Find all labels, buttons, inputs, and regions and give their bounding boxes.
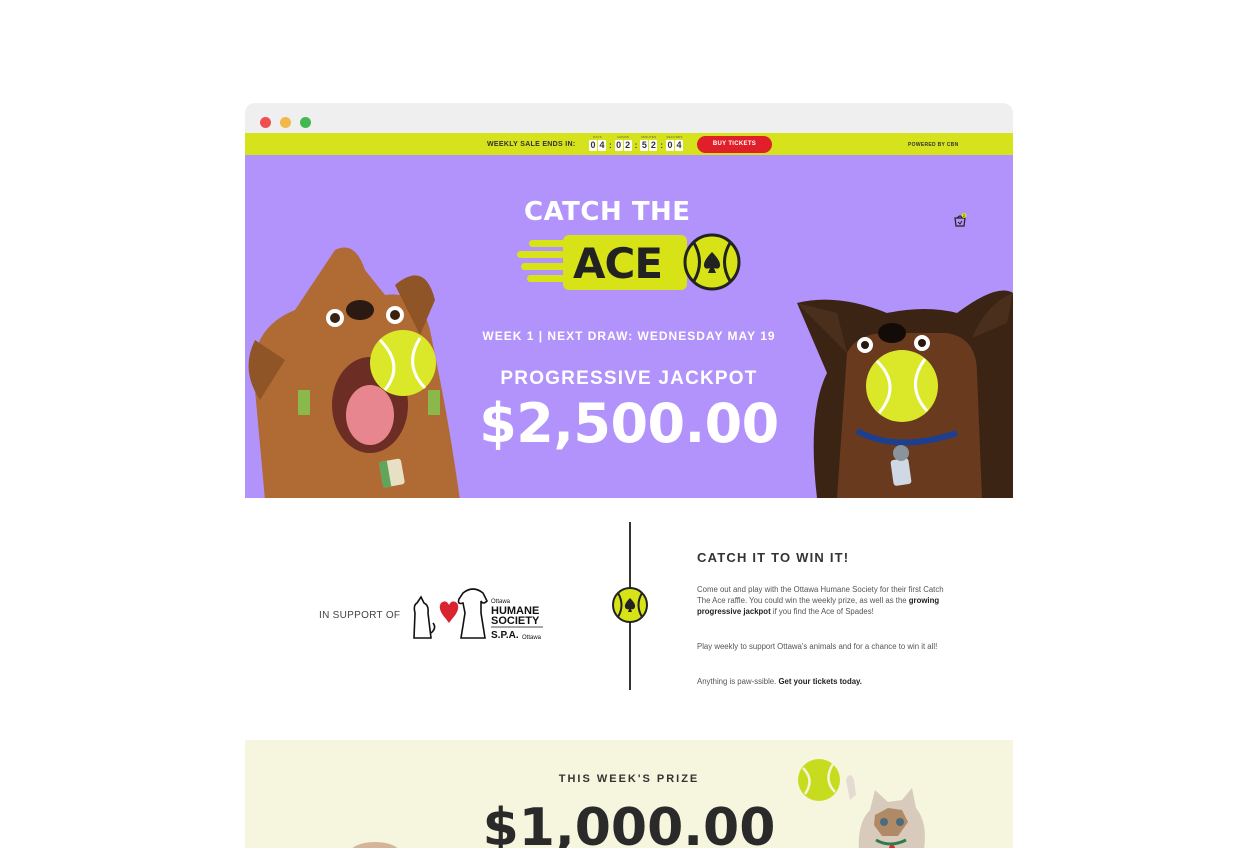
in-support-label: IN SUPPORT OF — [319, 610, 401, 621]
minimize-window-dot[interactable] — [280, 117, 291, 128]
logo-ace-text: ACE — [573, 239, 663, 288]
countdown-separator: : — [660, 141, 664, 150]
countdown-digit: 0 — [589, 140, 597, 151]
play-weekly-paragraph: Play weekly to support Ottawa's animals … — [697, 642, 938, 651]
sale-ends-label: WEEKLY SALE ENDS IN: — [487, 141, 576, 148]
tennis-ball-image — [798, 759, 840, 801]
hero-banner: CATCH THE ACE 2 WEEK 1 | NEXT DRAW: WEDN… — [245, 155, 1013, 498]
countdown-digit: 5 — [640, 140, 649, 151]
browser-window: WEEKLY SALE ENDS IN: DAYS 0 4 : HOURS 0 … — [245, 103, 1013, 848]
browser-chrome — [245, 103, 1013, 133]
countdown-separator: : — [634, 141, 638, 150]
hs-society-text: SOCIETY — [491, 615, 540, 627]
maximize-window-dot[interactable] — [300, 117, 311, 128]
countdown-hours: HOURS 0 2 — [614, 135, 632, 151]
hs-ottawa2-text: Ottawa — [522, 635, 542, 641]
countdown-digit: 2 — [649, 140, 658, 151]
countdown-minutes: MINUTES 5 2 — [640, 135, 658, 151]
description-paragraph: Come out and play with the Ottawa Humane… — [697, 585, 944, 616]
get-tickets-paragraph: Anything is paw-ssible. Get your tickets… — [697, 677, 862, 686]
jackpot-amount: $2,500.00 — [479, 392, 779, 455]
countdown-digit: 4 — [598, 140, 606, 151]
right-dog-image — [797, 290, 1013, 498]
jackpot-label: PROGRESSIVE JACKPOT — [500, 368, 758, 389]
countdown-separator: : — [609, 141, 612, 150]
powered-by-link[interactable]: POWERED BY CBN — [908, 142, 959, 148]
tennis-ball-spade-icon — [612, 587, 648, 623]
countdown-timer: DAYS 0 4 : HOURS 0 2 : MINUTES 5 2: SEC… — [589, 135, 684, 151]
logo-top-text: CATCH THE — [524, 197, 691, 227]
cart-icon[interactable]: 2 — [953, 213, 967, 227]
countdown-digit: 4 — [675, 140, 684, 151]
tennis-ball-spade-icon — [683, 233, 741, 291]
sale-topbar: WEEKLY SALE ENDS IN: DAYS 0 4 : HOURS 0 … — [245, 133, 1013, 155]
countdown-days: DAYS 0 4 — [589, 135, 606, 151]
support-section: IN SUPPORT OF Ottawa HUMANE SOCIETY S.P.… — [245, 498, 1013, 740]
pet-image — [352, 842, 398, 848]
catch-the-ace-logo: CATCH THE ACE — [517, 195, 743, 295]
close-window-dot[interactable] — [260, 117, 271, 128]
week-draw-info: WEEK 1 | NEXT DRAW: WEDNESDAY MAY 19 — [482, 329, 776, 343]
weekly-prize-section: THIS WEEK'S PRIZE $1,000.00 — [245, 740, 1013, 848]
countdown-digit: 0 — [614, 140, 623, 151]
hs-spa-text: S.P.A. — [491, 630, 519, 641]
countdown-digit: 0 — [666, 140, 675, 151]
catch-it-title: CATCH IT TO WIN IT! — [697, 550, 850, 565]
countdown-seconds: SECONDS 0 4 — [666, 135, 684, 151]
buy-tickets-button[interactable]: BUY TICKETS — [697, 136, 772, 153]
humane-society-logo[interactable]: Ottawa HUMANE SOCIETY S.P.A. Ottawa — [411, 583, 546, 645]
kitten-image — [846, 775, 925, 848]
countdown-digit: 2 — [623, 140, 632, 151]
